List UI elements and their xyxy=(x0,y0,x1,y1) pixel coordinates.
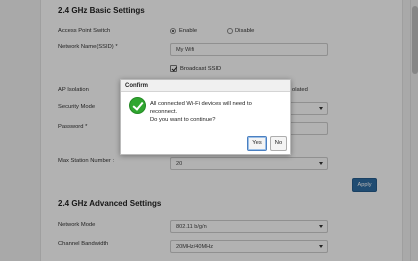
dialog-message-line-1: All connected Wi-Fi devices will need to xyxy=(150,101,252,107)
dialog-title: Confirm xyxy=(121,80,290,92)
confirm-dialog: Confirm All connected Wi-Fi devices will… xyxy=(120,79,291,155)
success-check-icon xyxy=(129,97,146,114)
dialog-message-line-2: reconnect. xyxy=(150,109,178,115)
no-button[interactable]: No xyxy=(270,136,287,151)
yes-button[interactable]: Yes xyxy=(247,136,267,151)
dialog-message-line-3: Do you want to continue? xyxy=(150,117,216,123)
